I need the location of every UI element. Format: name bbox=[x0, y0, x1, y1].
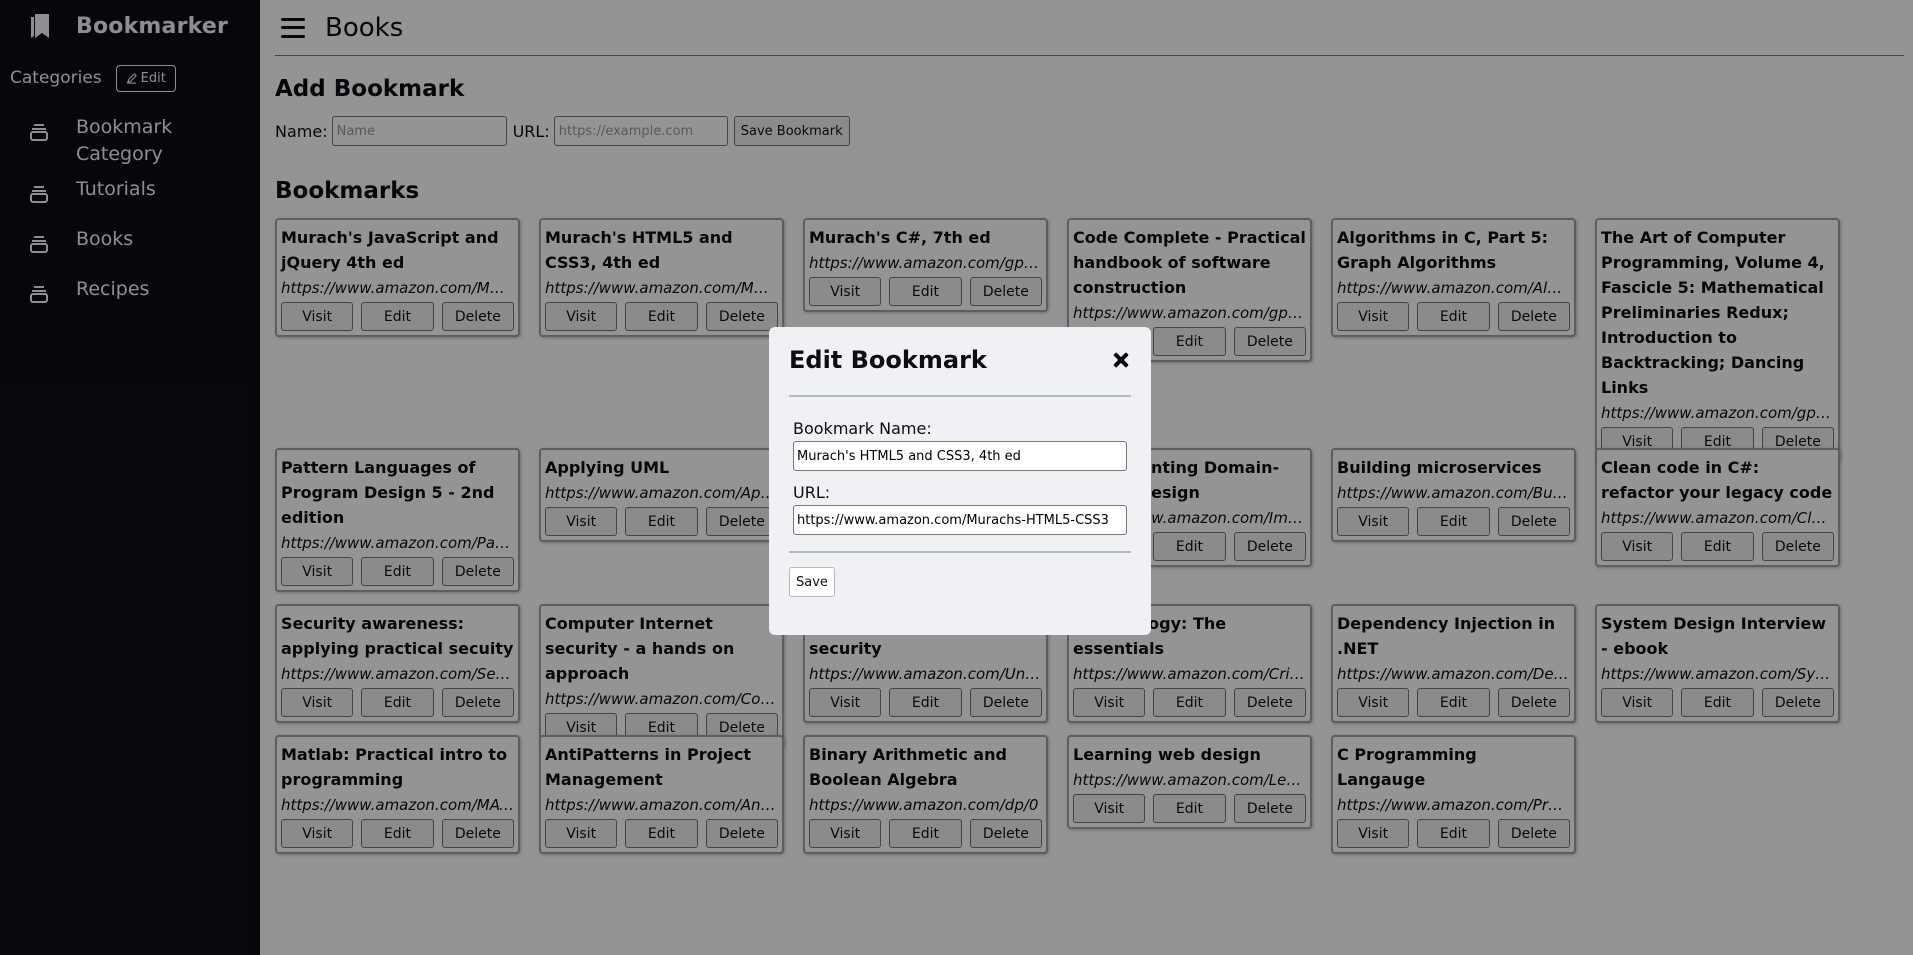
modal-save-button[interactable]: Save bbox=[789, 567, 835, 597]
bookmark-url-label: URL: bbox=[793, 483, 831, 502]
modal-divider bbox=[789, 551, 1131, 553]
bookmark-name-label: Bookmark Name: bbox=[793, 419, 932, 438]
bookmark-url-field[interactable] bbox=[793, 505, 1127, 535]
modal-title: Edit Bookmark bbox=[789, 346, 987, 374]
modal-body: Bookmark Name: URL: bbox=[789, 397, 1131, 547]
edit-bookmark-modal: Edit Bookmark Bookmark Name: URL: Save bbox=[769, 327, 1151, 635]
modal-header: Edit Bookmark bbox=[789, 346, 1131, 374]
bookmark-name-field[interactable] bbox=[793, 441, 1127, 471]
close-icon[interactable] bbox=[1113, 352, 1129, 368]
